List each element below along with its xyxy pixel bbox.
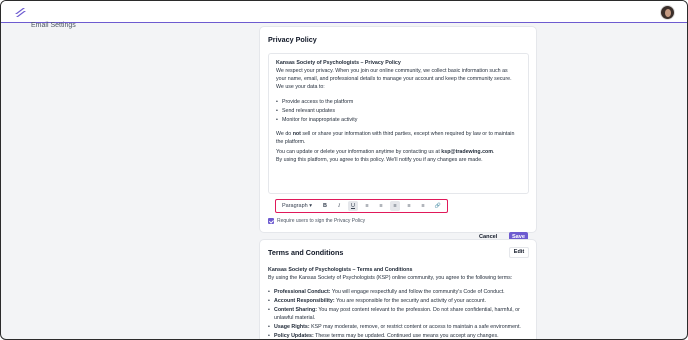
privacy-policy-card: Privacy Policy Kansas Society of Psychol… [259, 26, 537, 242]
edit-terms-button[interactable]: Edit [509, 247, 529, 258]
policy-heading: Kansas Society of Psychologists – Privac… [276, 60, 401, 66]
privacy-policy-title: Privacy Policy [268, 35, 317, 44]
link-icon[interactable]: 🔗 [432, 201, 444, 211]
policy-paragraph: We respect your privacy. When you join o… [276, 68, 508, 74]
top-bar [1, 1, 687, 23]
formatting-toolbar: Paragraph ▾ B I U ≡ ≡ ≡ ≡ ≡ 🔗 [275, 199, 448, 213]
bulleted-list-icon[interactable]: ≡ [376, 201, 386, 211]
policy-paragraph: By using this platform, you agree to thi… [276, 157, 483, 163]
terms-item: Policy Updates: These terms may be updat… [268, 333, 499, 339]
bold-button[interactable]: B [320, 201, 330, 211]
terms-item: Professional Conduct: You will engage re… [268, 289, 505, 295]
policy-paragraph: the platform. [276, 139, 306, 145]
paragraph-style-select[interactable]: Paragraph ▾ [279, 201, 313, 211]
terms-item: Usage Rights: KSP may moderate, remove, … [268, 324, 521, 330]
policy-bullet: Send relevant updates [276, 108, 335, 114]
app-window: Email Settings Privacy Policy Kansas Soc… [0, 0, 688, 340]
terms-item: Account Responsibility: You are responsi… [268, 298, 486, 304]
terms-item: Content Sharing: You may post content re… [268, 307, 520, 313]
require-signature-label: Require users to sign the Privacy Policy [277, 218, 366, 224]
chevron-down-icon: ▾ [309, 203, 312, 209]
underline-button[interactable]: U [348, 201, 358, 211]
terms-title: Terms and Conditions [268, 248, 344, 257]
policy-paragraph: We use your data to: [276, 84, 325, 90]
align-right-icon[interactable]: ≡ [418, 201, 428, 211]
user-avatar[interactable] [660, 5, 675, 20]
terms-card: Terms and Conditions Edit Kansas Society… [259, 239, 537, 339]
align-left-icon[interactable]: ≡ [390, 201, 400, 211]
align-center-icon[interactable]: ≡ [404, 201, 414, 211]
terms-heading: Kansas Society of Psychologists – Terms … [268, 267, 413, 273]
policy-paragraph: We do not sell or share your information… [276, 131, 515, 137]
ordered-list-icon[interactable]: ≡ [362, 201, 372, 211]
policy-paragraph: your name, email, and professional detai… [276, 76, 512, 82]
privacy-policy-editor[interactable]: Kansas Society of Psychologists – Privac… [268, 53, 529, 213]
terms-item-continued: unlawful material. [274, 315, 316, 321]
italic-button[interactable]: I [334, 201, 344, 211]
policy-bullet: Provide access to the platform [276, 99, 353, 105]
app-logo-icon[interactable] [13, 5, 27, 19]
email-settings-link[interactable]: Email Settings [31, 22, 76, 29]
policy-paragraph: You can update or delete your informatio… [276, 149, 495, 155]
require-signature-checkbox[interactable] [268, 218, 274, 224]
policy-bullet: Monitor for inappropriate activity [276, 117, 357, 123]
terms-intro: By using the Kansas Society of Psycholog… [268, 275, 513, 281]
